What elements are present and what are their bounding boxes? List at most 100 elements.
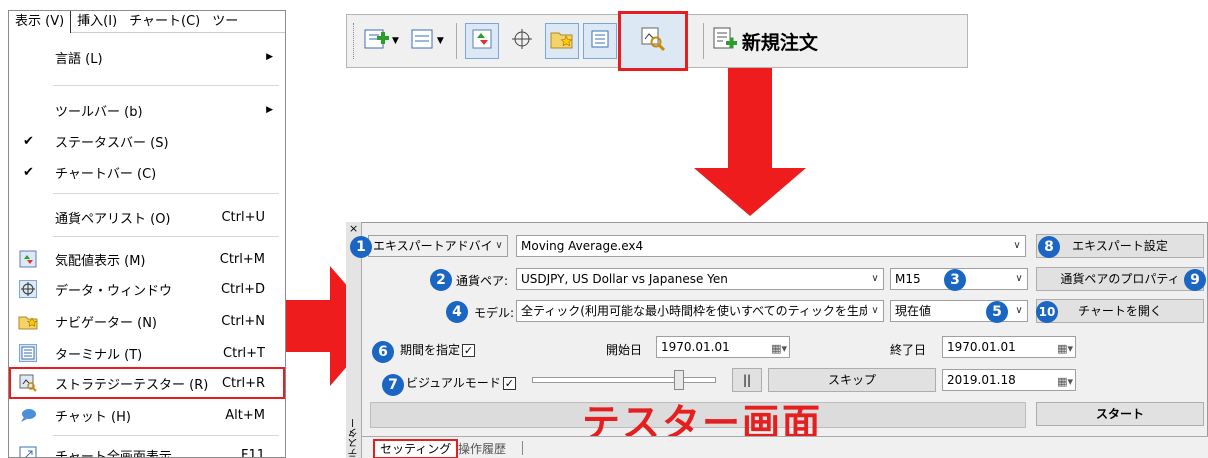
dropdown-arrow-icon: ▼ xyxy=(436,36,444,46)
right-arrow-shaft xyxy=(286,300,332,352)
tab-settings[interactable]: セッティング xyxy=(372,439,459,458)
marker-1: 1 xyxy=(350,236,372,258)
open-chart-button[interactable]: チャートを開く xyxy=(1036,299,1204,323)
speed-slider-thumb[interactable] xyxy=(674,370,684,390)
start-date-input[interactable]: 1970.01.01 ▦▾ xyxy=(656,336,790,358)
menu-item-chartbar[interactable]: ✔ チャートバー (C) xyxy=(9,156,285,188)
navigator-button[interactable] xyxy=(544,23,579,59)
terminal-button[interactable] xyxy=(582,23,617,59)
new-chart-icon xyxy=(364,27,390,55)
toolbar-separator xyxy=(455,23,457,59)
submenu-arrow-icon: ▶ xyxy=(266,105,273,115)
terminal-icon xyxy=(589,28,611,54)
marker-6: 6 xyxy=(372,341,394,363)
expert-settings-button[interactable]: エキスパート設定 xyxy=(1036,234,1204,258)
expert-type-select[interactable]: エキスパートアドバイザ ∨ xyxy=(368,235,508,257)
tab-journal[interactable]: 操作履歴 xyxy=(452,440,512,458)
tester-side-label: テスター xyxy=(349,418,360,458)
start-button[interactable]: スタート xyxy=(1036,402,1204,426)
menu-item-symbols[interactable]: 通貨ペアリスト (O) Ctrl+U xyxy=(9,201,285,233)
marker-10: 10 xyxy=(1036,301,1058,323)
start-date-label: 開始日 xyxy=(606,343,643,357)
symbol-properties-button[interactable]: 通貨ペアのプロパティ xyxy=(1036,267,1204,291)
strategy-tester-button[interactable] xyxy=(617,11,688,71)
model-label: モデル: xyxy=(474,306,515,320)
down-arrow-shaft xyxy=(728,68,772,174)
menu-item-language[interactable]: 言語 (L) ▶ xyxy=(9,41,285,73)
profiles-button[interactable]: ▼ xyxy=(409,23,444,59)
menu-view[interactable]: 表示 (V) xyxy=(9,11,72,33)
marker-2: 2 xyxy=(430,269,452,291)
strategy-tester-icon xyxy=(639,25,667,57)
skip-date-input[interactable]: 2019.01.18 ▦▾ xyxy=(942,369,1076,391)
terminal-icon xyxy=(17,343,39,363)
end-date-label: 終了日 xyxy=(890,343,927,357)
submenu-arrow-icon: ▶ xyxy=(266,52,273,62)
data-window-button[interactable] xyxy=(503,23,541,59)
toolbar-grip[interactable] xyxy=(353,23,356,59)
menu-item-statusbar[interactable]: ✔ ステータスバー (S) xyxy=(9,125,285,157)
menu-insert[interactable]: 挿入(I) xyxy=(71,11,123,33)
profiles-icon xyxy=(409,27,435,55)
chat-icon xyxy=(17,405,39,425)
market-watch-button[interactable] xyxy=(464,23,499,59)
symbol-select[interactable]: USDJPY, US Dollar vs Japanese Yen ∨ xyxy=(516,268,884,290)
dropdown-arrow-icon: ∨ xyxy=(1009,236,1025,256)
menu-separator xyxy=(53,193,279,194)
dropdown-arrow-icon: ∨ xyxy=(867,301,883,321)
navigator-icon xyxy=(17,311,39,331)
dropdown-arrow-icon: ∨ xyxy=(867,269,883,289)
check-icon: ✔ xyxy=(23,133,34,149)
fullscreen-icon xyxy=(17,445,39,457)
marker-5: 5 xyxy=(986,301,1008,323)
new-order-button[interactable]: 新規注文 xyxy=(712,23,818,59)
calendar-icon[interactable]: ▦▾ xyxy=(1057,372,1073,390)
menu-item-terminal[interactable]: ターミナル (T) Ctrl+T xyxy=(9,337,285,369)
menu-separator xyxy=(53,435,279,436)
menu-tools[interactable]: ツー xyxy=(206,11,244,33)
toolbar-separator xyxy=(702,23,704,59)
marker-8: 8 xyxy=(1038,236,1060,258)
marker-3: 3 xyxy=(944,269,966,291)
market-watch-icon xyxy=(17,249,39,269)
new-order-icon xyxy=(712,26,738,56)
marker-7: 7 xyxy=(382,374,404,396)
menu-item-navigator[interactable]: ナビゲーター (N) Ctrl+N xyxy=(9,305,285,337)
calendar-icon[interactable]: ▦▾ xyxy=(1057,339,1073,357)
crosshair-icon xyxy=(511,28,533,54)
dropdown-arrow-icon: ∨ xyxy=(1011,301,1027,321)
dropdown-arrow-icon: ∨ xyxy=(491,236,507,256)
marker-4: 4 xyxy=(446,301,468,323)
close-icon[interactable]: × xyxy=(349,222,358,235)
menu-item-fullscreen[interactable]: チャート全画面表示 F11 xyxy=(9,439,285,457)
symbol-label: 通貨ペア: xyxy=(456,274,509,288)
visual-mode-checkbox[interactable]: ✓ xyxy=(502,377,516,390)
menu-item-toolbar[interactable]: ツールバー (b) ▶ xyxy=(9,94,285,126)
expert-file-select[interactable]: Moving Average.ex4 ∨ xyxy=(516,235,1026,257)
calendar-icon[interactable]: ▦▾ xyxy=(771,339,787,357)
menu-chart[interactable]: チャート(C) xyxy=(123,11,206,33)
end-date-input[interactable]: 1970.01.01 ▦▾ xyxy=(942,336,1076,358)
skip-button[interactable]: スキップ xyxy=(768,368,936,392)
menu-item-strategy-tester[interactable]: ストラテジーテスター (R) Ctrl+R xyxy=(9,367,285,399)
standard-toolbar: ▼ ▼ 新規注文 xyxy=(346,11,968,71)
use-date-option[interactable]: 期間を指定 ✓ xyxy=(400,341,476,358)
menu-item-data-window[interactable]: データ・ウィンドウ Ctrl+D xyxy=(9,273,285,305)
menu-item-chat[interactable]: チャット (H) Alt+M xyxy=(9,399,285,431)
pause-button[interactable]: || xyxy=(732,368,762,392)
menu-separator xyxy=(53,236,279,237)
new-chart-button[interactable]: ▼ xyxy=(364,23,399,59)
speed-slider[interactable] xyxy=(532,377,716,383)
use-date-checkbox[interactable]: ✓ xyxy=(462,344,476,357)
strategy-tester-icon xyxy=(17,373,39,393)
menu-item-market-watch[interactable]: 気配値表示 (M) Ctrl+M xyxy=(9,243,285,275)
check-icon: ✔ xyxy=(23,164,34,180)
marker-9: 9 xyxy=(1184,269,1206,291)
down-arrow-icon xyxy=(694,168,806,216)
crosshair-icon xyxy=(17,279,39,299)
new-order-label: 新規注文 xyxy=(741,31,818,54)
model-select[interactable]: 全ティック(利用可能な最小時間枠を使いすべてのティックを生成する ∨ xyxy=(516,300,884,322)
visual-mode-option[interactable]: ビジュアルモード ✓ xyxy=(406,374,516,391)
dropdown-arrow-icon: ▼ xyxy=(392,36,399,46)
market-watch-icon xyxy=(471,28,493,54)
